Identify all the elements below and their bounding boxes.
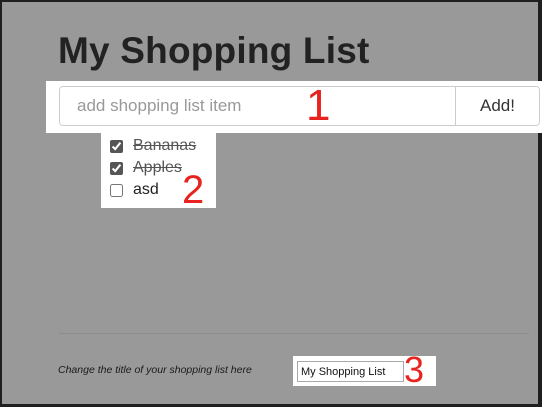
title-editor-input[interactable] — [297, 361, 404, 382]
item-label: Bananas — [133, 137, 197, 154]
item-label: asd — [133, 181, 159, 198]
list-item: Bananas — [110, 135, 196, 157]
add-item-input[interactable] — [60, 87, 455, 125]
item-checkbox-apples[interactable] — [110, 161, 123, 175]
callout-3: 3 — [404, 349, 425, 390]
item-label: Apples — [133, 159, 182, 176]
add-item-button[interactable]: Add! — [455, 87, 539, 125]
divider — [59, 333, 529, 334]
add-item-form: Add! — [59, 86, 540, 126]
callout-1: 1 — [306, 81, 331, 130]
callout-2: 2 — [182, 168, 205, 212]
item-checkbox-asd[interactable] — [110, 183, 123, 197]
item-checkbox-bananas[interactable] — [110, 139, 123, 153]
app-frame: My Shopping List Add! 1 Bananas Apples a… — [0, 0, 545, 407]
page-title: My Shopping List — [58, 30, 370, 71]
title-editor-label: Change the title of your shopping list h… — [58, 364, 252, 376]
